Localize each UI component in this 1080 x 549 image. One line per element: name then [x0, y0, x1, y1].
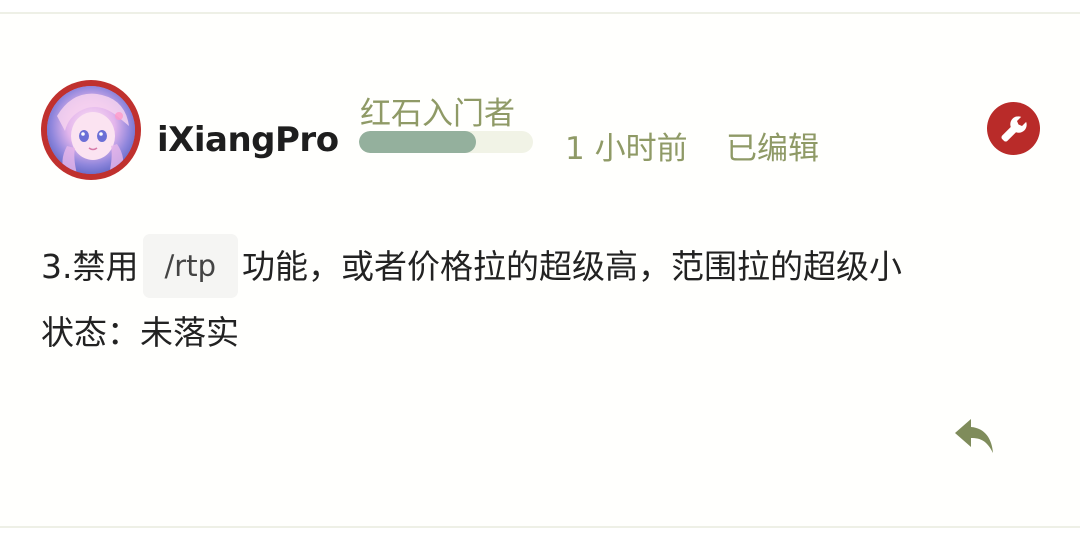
author-rank-title: 红石入门者 [360, 96, 515, 132]
wrench-icon[interactable] [987, 102, 1040, 155]
post-card: iXiangPro 红石入门者 1 小时前 已编辑 3.禁用/rtp 功能，或者价… [0, 12, 1080, 528]
edited-indicator[interactable]: 已编辑 [726, 123, 819, 168]
post-line-1-prefix: 3.禁用 [41, 247, 139, 286]
post-body: 3.禁用/rtp 功能，或者价格拉的超级高，范围拉的超级小 状态：未落实 [41, 234, 902, 366]
post-line-2: 状态：未落实 [41, 313, 239, 352]
wrench-glyph [1001, 115, 1027, 141]
post-timestamp[interactable]: 1 小时前 [565, 123, 688, 168]
reply-button[interactable] [950, 412, 1000, 462]
post-line-1: 3.禁用/rtp 功能，或者价格拉的超级高，范围拉的超级小 [41, 234, 902, 300]
post-line-1-suffix: 功能，或者价格拉的超级高，范围拉的超级小 [241, 247, 902, 286]
inline-code: /rtp [142, 234, 238, 298]
anime-avatar-illustration [47, 86, 135, 174]
author-username[interactable]: iXiangPro [157, 120, 339, 160]
reply-icon [955, 419, 993, 453]
avatar-image [47, 86, 135, 174]
rank-progress-bar [359, 131, 533, 153]
avatar[interactable] [41, 80, 141, 180]
rank-progress-fill [359, 131, 476, 153]
